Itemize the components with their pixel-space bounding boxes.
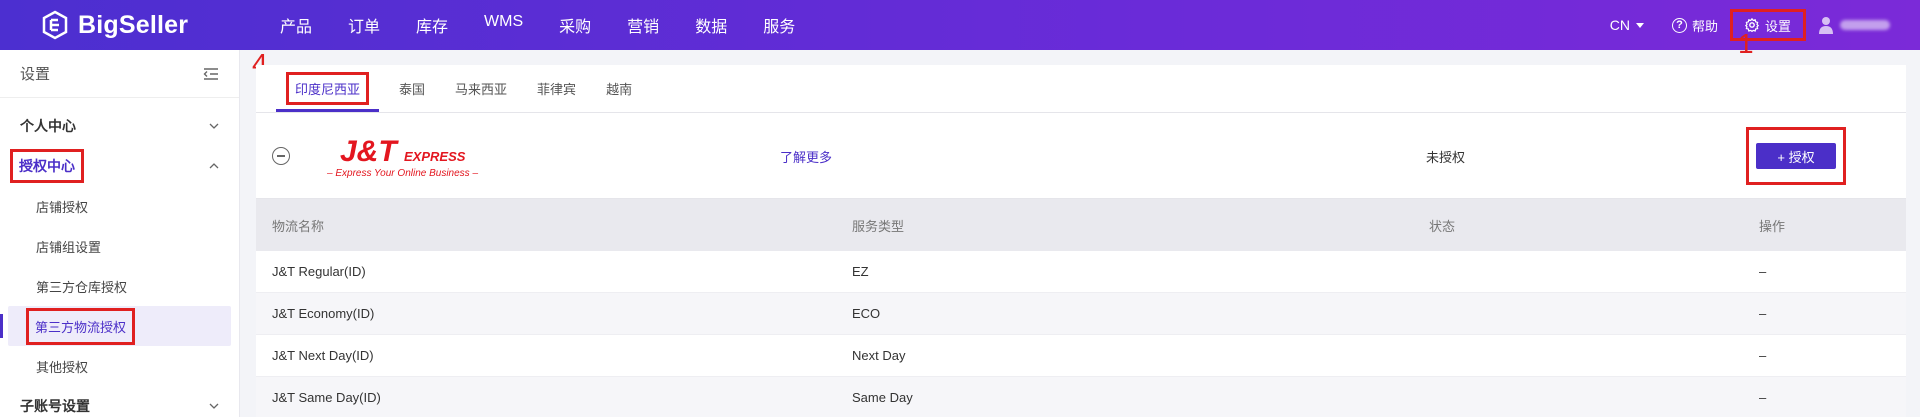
collapse-menu-icon[interactable] [203, 67, 219, 81]
annotation-number-1: 1 [1738, 28, 1754, 59]
brand-name: BigSeller [78, 10, 189, 39]
nav-data[interactable]: 数据 [695, 13, 727, 37]
sidebar-group-label: 子账号设置 [20, 398, 90, 414]
nav-purchase[interactable]: 采购 [559, 13, 591, 37]
language-selector[interactable]: CN [1610, 17, 1644, 33]
nav-products[interactable]: 产品 [280, 13, 312, 37]
user-menu[interactable] [1818, 16, 1890, 34]
brand-logo[interactable]: BigSeller [40, 10, 230, 40]
jnt-express-logo: J&T EXPRESS – Express Your Online Busine… [326, 135, 478, 179]
chevron-down-icon [209, 123, 219, 129]
nav-services[interactable]: 服务 [763, 13, 795, 37]
cell-logistics-name: J&T Regular(ID) [272, 264, 366, 279]
cell-service-type: EZ [852, 264, 869, 279]
cell-service-type: Same Day [852, 390, 913, 405]
table-row: J&T Next Day(ID) Next Day – [256, 335, 1906, 377]
tab-philippines[interactable]: 菲律宾 [527, 64, 586, 112]
question-circle-icon: ? [1671, 17, 1687, 33]
help-link[interactable]: ? 帮助 [1671, 16, 1718, 35]
cell-service-type: Next Day [852, 348, 906, 363]
cell-logistics-name: J&T Same Day(ID) [272, 390, 381, 405]
col-header-status: 状态 [1429, 218, 1456, 234]
nav-wms[interactable]: WMS [484, 13, 523, 37]
settings-label: 设置 [1764, 18, 1791, 34]
sidebar-item-label: 第三方物流授权 [26, 307, 136, 345]
authorize-button[interactable]: + 授权 [1756, 143, 1836, 169]
user-avatar-icon [1819, 17, 1833, 34]
main-content: 印度尼西亚 泰国 马来西亚 菲律宾 越南 J&T EXPRESS – Expre… [256, 65, 1906, 417]
logistics-table: 物流名称 服务类型 状态 操作 J&T Regular(ID) EZ – J&T… [256, 199, 1906, 417]
sidebar-item-other-authorization[interactable]: 其他授权 [0, 346, 239, 386]
sidebar-item-third-party-logistics[interactable]: 第三方物流授权 [0, 306, 231, 346]
sidebar-header: 设置 [0, 50, 239, 98]
selected-indicator [0, 314, 3, 338]
tab-vietnam[interactable]: 越南 [596, 64, 642, 112]
sidebar-group-authorization-center[interactable]: 授权中心 [0, 146, 239, 186]
table-row: J&T Regular(ID) EZ – [256, 251, 1906, 293]
bigseller-logo-icon [42, 10, 68, 40]
sidebar-title: 设置 [20, 66, 51, 83]
sidebar-group-label: 授权中心 [10, 149, 84, 183]
tab-indonesia[interactable]: 印度尼西亚 [276, 64, 380, 112]
cell-action: – [1759, 306, 1767, 321]
sidebar-group-sub-account-settings[interactable]: 子账号设置 [0, 386, 239, 417]
chevron-up-icon [209, 163, 219, 169]
table-row: J&T Economy(ID) ECO – [256, 293, 1906, 335]
col-header-logistics-name: 物流名称 [272, 218, 325, 234]
cell-action: – [1759, 264, 1767, 279]
authorization-status: 未授权 [1426, 150, 1466, 165]
cell-service-type: ECO [852, 306, 881, 321]
logo-main-text: J&T [340, 135, 399, 168]
country-tabs: 印度尼西亚 泰国 马来西亚 菲律宾 越南 [256, 65, 1906, 113]
cell-action: – [1759, 348, 1767, 363]
carrier-row-jnt: J&T EXPRESS – Express Your Online Busine… [256, 113, 1906, 199]
tab-label: 印度尼西亚 [286, 71, 370, 105]
help-label: 帮助 [1691, 18, 1718, 34]
main-nav: 产品 订单 库存 WMS 采购 营销 数据 服务 [280, 13, 831, 37]
logo-express-text: EXPRESS [404, 149, 466, 164]
col-header-service-type: 服务类型 [852, 218, 905, 234]
nav-orders[interactable]: 订单 [348, 13, 380, 37]
col-header-action: 操作 [1759, 218, 1786, 234]
logo-tagline-text: – Express Your Online Business – [326, 168, 478, 179]
authorize-button-highlight: + 授权 [1746, 127, 1846, 185]
top-right-controls: CN ? 帮助 设置 [1610, 0, 1920, 50]
nav-inventory[interactable]: 库存 [416, 13, 448, 37]
chevron-down-icon [209, 403, 219, 409]
cell-action: – [1759, 390, 1767, 405]
sidebar-group-label: 个人中心 [20, 118, 76, 134]
collapse-circle-icon[interactable] [272, 147, 290, 165]
cell-logistics-name: J&T Next Day(ID) [272, 348, 374, 363]
tab-thailand[interactable]: 泰国 [389, 64, 435, 112]
settings-sidebar: 设置 个人中心 授权中心 店铺授权 店铺组设置 第三方仓库授权 第三方物流授权 … [0, 50, 240, 417]
cell-logistics-name: J&T Economy(ID) [272, 306, 375, 321]
table-row: J&T Same Day(ID) Same Day – [256, 377, 1906, 417]
sidebar-item-store-authorization[interactable]: 店铺授权 [0, 186, 239, 226]
language-label: CN [1609, 17, 1630, 33]
sidebar-item-third-party-warehouse[interactable]: 第三方仓库授权 [0, 266, 239, 306]
nav-marketing[interactable]: 营销 [627, 13, 659, 37]
top-navigation-bar: BigSeller 产品 订单 库存 WMS 采购 营销 数据 服务 CN ? … [0, 0, 1920, 50]
caret-down-icon [1635, 22, 1644, 28]
sidebar-group-personal-center[interactable]: 个人中心 [0, 106, 239, 146]
learn-more-link[interactable]: 了解更多 [780, 147, 832, 166]
sidebar-item-store-group-settings[interactable]: 店铺组设置 [0, 226, 239, 266]
table-header: 物流名称 服务类型 状态 操作 [256, 199, 1906, 251]
user-name-blurred [1840, 20, 1890, 30]
tab-malaysia[interactable]: 马来西亚 [445, 64, 517, 112]
